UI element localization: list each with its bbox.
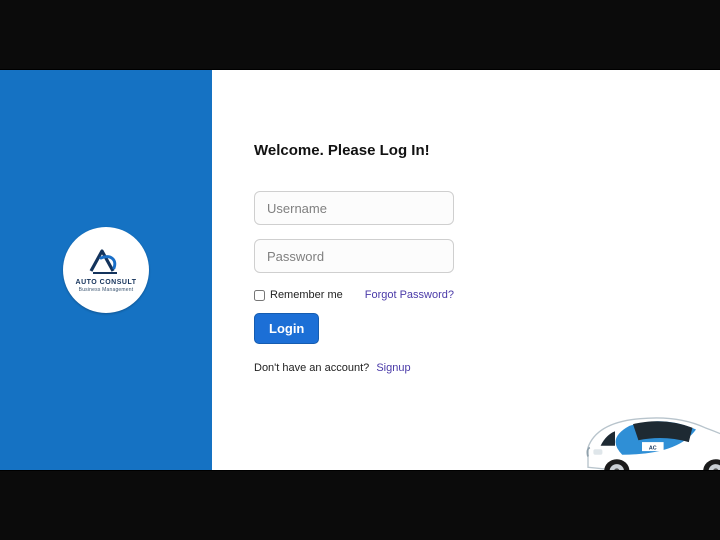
options-row: Remember me Forgot Password? bbox=[254, 289, 454, 301]
login-panel: Welcome. Please Log In! Remember me Forg… bbox=[212, 70, 720, 470]
app-window: AUTO CONSULT Business Management Welcome… bbox=[0, 70, 720, 470]
login-button[interactable]: Login bbox=[254, 313, 319, 344]
page-title: Welcome. Please Log In! bbox=[254, 142, 680, 159]
username-input[interactable] bbox=[254, 191, 454, 225]
logo-title: AUTO CONSULT bbox=[76, 279, 137, 286]
password-input[interactable] bbox=[254, 239, 454, 273]
logo: AUTO CONSULT Business Management bbox=[63, 227, 149, 313]
logo-mark-icon bbox=[87, 248, 125, 276]
brand-panel: AUTO CONSULT Business Management bbox=[0, 70, 212, 470]
car-illustration-icon: AC bbox=[570, 384, 720, 470]
login-form: Remember me Forgot Password? Login bbox=[254, 191, 454, 344]
signup-prompt: Don't have an account? bbox=[254, 362, 369, 374]
remember-me-label: Remember me bbox=[270, 289, 343, 301]
signup-row: Don't have an account? Signup bbox=[254, 362, 680, 374]
logo-tagline: Business Management bbox=[79, 287, 134, 293]
svg-text:AC: AC bbox=[649, 445, 657, 451]
remember-me-checkbox[interactable] bbox=[254, 290, 265, 301]
signup-link[interactable]: Signup bbox=[376, 362, 410, 374]
outer-stage: AUTO CONSULT Business Management Welcome… bbox=[0, 0, 720, 540]
forgot-password-link[interactable]: Forgot Password? bbox=[365, 289, 454, 301]
remember-me-toggle[interactable]: Remember me bbox=[254, 289, 343, 301]
